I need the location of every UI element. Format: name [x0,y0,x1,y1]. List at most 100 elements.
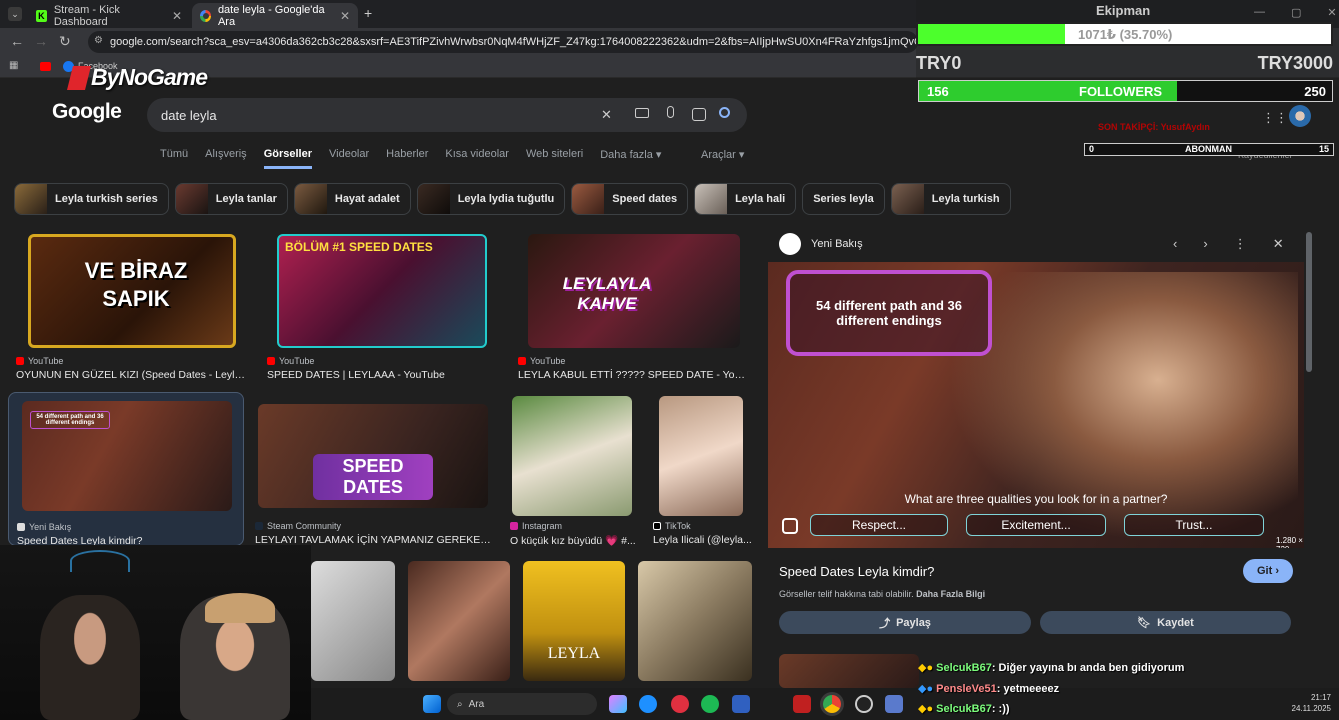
close-tab-icon[interactable]: ✕ [172,9,182,23]
image-result[interactable]: Instagram O küçük kız büyüdü 💗 #... [510,396,636,547]
instagram-icon [510,522,518,530]
goal-progress-fill [918,24,1066,44]
taskbar-search[interactable]: ⌕ Ara [447,693,597,715]
tab-short-videos[interactable]: Kısa videolar [445,148,509,169]
tools-button[interactable]: Araçlar ▾ [701,148,744,161]
tab-web[interactable]: Web siteleri [526,148,583,169]
image-result[interactable]: LEYLA [523,561,625,681]
image-result[interactable]: LEYLAYLA KAHVE YouTube LEYLA KABUL ETTİ … [518,232,750,382]
clear-icon[interactable]: ✕ [601,107,612,123]
sub-label: ABONMAN [1185,144,1232,154]
address-bar[interactable]: ⚙ google.com/search?sca_esv=a4306da362cb… [88,31,918,53]
image-result[interactable]: SPEED DATES Steam Community LEYLAYI TAVL… [255,396,491,546]
next-icon[interactable]: › [1203,236,1207,252]
tab-news[interactable]: Haberler [386,148,428,169]
store-icon[interactable] [732,695,750,713]
chip-leyla-lydia[interactable]: Leyla lydia tuğutlu [416,183,566,215]
badge-icon: ◆● [918,703,934,715]
image-result-selected[interactable]: 54 different path and 36 different endin… [8,392,244,547]
tab-search-button[interactable]: ⌄ [8,7,22,21]
clock-time[interactable]: 21:17 [1292,692,1331,703]
back-icon[interactable]: ← [10,33,24,49]
goal-max: TRY3000 [1257,53,1333,73]
chip-leyla-turkish-series[interactable]: Leyla turkish series [14,183,169,215]
google-icon [200,9,211,22]
image-result[interactable] [638,561,752,681]
close-icon[interactable]: ✕ [1273,236,1284,252]
close-tab-icon[interactable]: ✕ [340,9,350,23]
google-apps-icon[interactable]: ⋮⋮ [1262,110,1288,126]
tab-images[interactable]: Görseller [263,148,312,169]
chat-text: : Diğer yayına bı anda ben gidiyorum [991,662,1185,674]
tab-kick-dashboard[interactable]: K Stream - Kick Dashboard ✕ [28,3,190,28]
chrome-icon[interactable] [823,695,841,713]
chip-leyla-turkish[interactable]: Leyla turkish [890,183,1011,215]
image-result[interactable]: TikTok Leyla Ilicali (@leyla... [653,396,753,546]
new-tab-button[interactable]: + [364,5,372,21]
reload-icon[interactable]: ↻ [59,33,71,50]
related-image[interactable] [779,654,919,688]
chip-label: Speed dates [612,193,678,205]
clock-date[interactable]: 24.11.2025 [1292,703,1331,714]
spotify-icon[interactable] [701,695,719,713]
tab-videos[interactable]: Videolar [329,148,369,169]
chip-leyla-hali[interactable]: Leyla hali [694,183,797,215]
result-thumbnail: LEYLAYLA KAHVE [528,234,740,348]
source-favicon [779,233,801,255]
previous-icon[interactable]: ‹ [1173,236,1177,252]
chip-speed-dates[interactable]: Speed dates [571,183,689,215]
media-player-icon[interactable] [671,695,689,713]
preview-image[interactable]: 54 different path and 36 different endin… [768,262,1304,548]
preview-source[interactable]: Yeni Bakış [811,238,863,250]
image-result[interactable]: VE BİRAZ SAPIK YouTube OYUNUN EN GÜZEL K… [16,232,248,382]
windows-start-icon[interactable] [423,695,441,713]
followers-target: 250 [1304,84,1326,99]
chip-series-leyla[interactable]: Series leyla [802,183,885,215]
chip-leyla-tanlar[interactable]: Leyla tanlar [174,183,288,215]
more-info-link[interactable]: Daha Fazla Bilgi [916,589,985,599]
badge-icon: ◆● [918,683,934,695]
keyboard-icon[interactable] [635,108,649,118]
apps-grid-icon[interactable]: ▦ [9,60,18,71]
share-button[interactable]: ⤴ Paylaş [779,611,1031,634]
thumbnail-overlay-text: 54 different path and 36 different endin… [30,411,110,429]
image-result[interactable]: BÖLÜM #1 SPEED DATES YouTube SPEED DATES… [267,232,499,382]
search-input[interactable]: date leyla ✕ [147,98,747,132]
preview-title[interactable]: Speed Dates Leyla kimdir? [779,564,934,579]
site-info-icon[interactable]: ⚙ [94,35,103,46]
account-avatar[interactable] [1289,105,1311,127]
chip-hayat-adalet[interactable]: Hayat adalet [293,183,411,215]
steam-icon[interactable] [885,695,903,713]
google-logo[interactable]: Google [52,100,122,124]
youtube-icon[interactable] [40,62,51,71]
tab-shopping[interactable]: Alışveriş [205,148,247,169]
tab-google-search[interactable]: date leyla - Google'da Ara ✕ [192,3,358,28]
visit-button[interactable]: Git › [1243,559,1293,583]
image-result[interactable] [311,561,395,681]
chat-username: SelcukB67 [936,703,992,715]
followers-label: FOLLOWERS [1079,84,1163,99]
copilot-icon[interactable] [609,695,627,713]
more-options-icon[interactable]: ⋮ [1234,236,1247,252]
chip-label: Series leyla [813,193,874,205]
result-source: YouTube [518,356,565,366]
tab-all[interactable]: Tümü [160,148,188,169]
image-result[interactable] [408,561,510,681]
kick-icon: K [36,9,47,22]
cap [205,593,275,623]
tab-more[interactable]: Daha fazla ▾ [600,148,661,169]
search-icon: ⌕ [457,698,463,710]
lens-icon[interactable] [692,108,706,121]
app-icon[interactable] [793,695,811,713]
sub-min: 0 [1089,144,1095,154]
scrollbar[interactable] [1306,232,1312,372]
search-query: date leyla [161,107,217,123]
search-icon[interactable] [719,107,730,118]
result-source: Steam Community [255,521,341,531]
edge-icon[interactable] [639,695,657,713]
save-button[interactable]: 🔖︎ Kaydet [1040,611,1291,634]
obs-icon[interactable] [855,695,873,713]
lens-search-icon[interactable] [782,518,798,534]
forward-icon[interactable]: → [34,33,48,49]
microphone-icon[interactable] [667,106,674,118]
